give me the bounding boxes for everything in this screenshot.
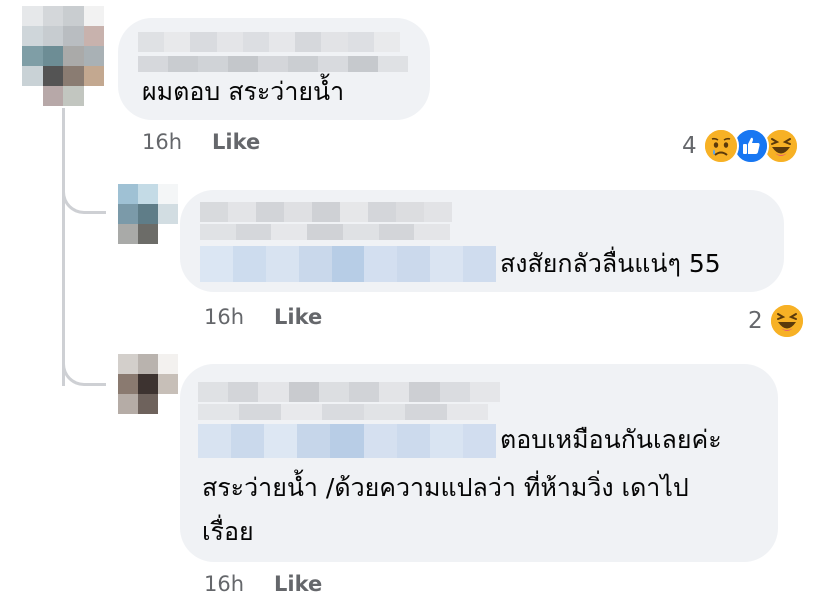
comment-text-line-2: สระว่ายน้ำ /ด้วยความแปลว่า ที่ห้ามวิ่ง เ… xyxy=(202,473,689,502)
comment-bubble[interactable]: สงสัยกลัวลื่นแน่ๆ 55 xyxy=(180,190,784,292)
reaction-summary[interactable]: 4 xyxy=(682,128,799,164)
comment-timestamp[interactable]: 16h xyxy=(204,305,244,329)
comment-timestamp[interactable]: 16h xyxy=(204,572,244,596)
thread-line-branch-2 xyxy=(62,360,106,386)
like-button[interactable]: Like xyxy=(212,130,260,154)
author-name-blurred[interactable] xyxy=(200,202,452,222)
mention-blurred[interactable] xyxy=(200,246,497,282)
haha-reaction-icon xyxy=(768,303,805,339)
comment-timestamp[interactable]: 16h xyxy=(142,130,182,154)
comment-text-line-3: เรื่อย xyxy=(202,517,254,546)
author-name-blurred[interactable] xyxy=(138,32,401,52)
author-name-blurred-line-2 xyxy=(198,404,488,420)
comment-text-line-1: ตอบเหมือนกันเลยค่ะ xyxy=(500,425,722,454)
comment-bubble[interactable]: ตอบเหมือนกันเลยค่ะ สระว่ายน้ำ /ด้วยความแ… xyxy=(180,364,778,562)
comment-text: ผมตอบ สระว่ายน้ำ xyxy=(142,77,345,106)
like-button[interactable]: Like xyxy=(274,305,322,329)
comment-bubble[interactable]: ผมตอบ สระว่ายน้ำ xyxy=(118,18,430,120)
comment-meta: 16h Like xyxy=(204,572,322,596)
thread-line-branch-1 xyxy=(62,190,106,214)
avatar[interactable] xyxy=(22,6,104,106)
author-name-blurred[interactable] xyxy=(198,382,501,402)
author-name-blurred-line-2 xyxy=(200,224,451,240)
comment-meta: 16h Like xyxy=(142,130,260,154)
reaction-count: 2 xyxy=(748,308,763,334)
like-button[interactable]: Like xyxy=(274,572,322,596)
comment-text: สงสัยกลัวลื่นแน่ๆ 55 xyxy=(500,249,721,278)
reaction-count: 4 xyxy=(682,133,697,159)
comment-meta: 16h Like xyxy=(204,305,322,329)
sad-reaction-icon xyxy=(702,128,739,164)
reaction-summary[interactable]: 2 xyxy=(748,303,805,339)
mention-blurred[interactable] xyxy=(198,424,496,458)
thread-line-vertical xyxy=(62,108,65,386)
avatar[interactable] xyxy=(118,354,178,414)
author-name-blurred-line-2 xyxy=(138,56,408,72)
avatar[interactable] xyxy=(118,184,178,244)
